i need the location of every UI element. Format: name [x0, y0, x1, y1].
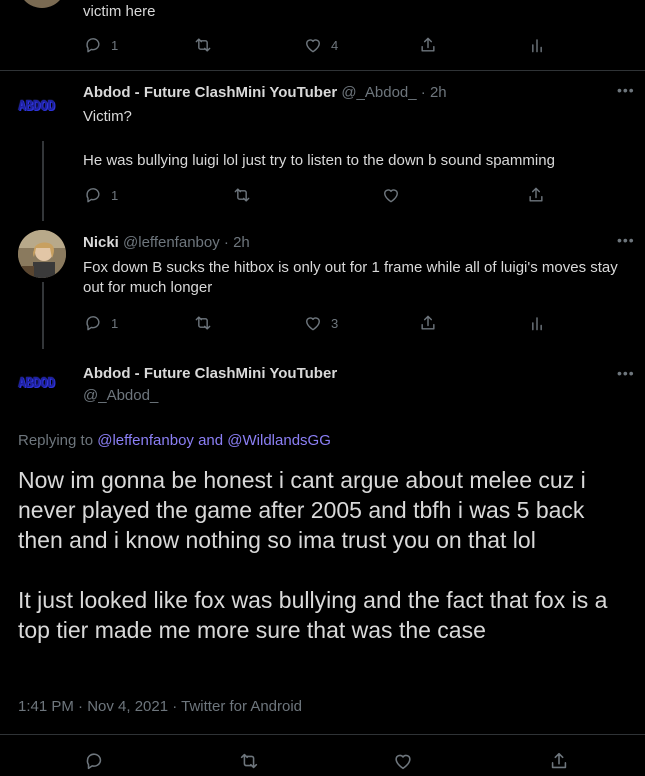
retweet-button[interactable]: [193, 35, 213, 55]
like-count: 4: [331, 37, 339, 53]
author-name[interactable]: Nicki: [83, 234, 119, 251]
reply-icon: [86, 316, 100, 331]
thread-line: [42, 141, 44, 221]
share-icon: [421, 37, 435, 52]
analytics-button[interactable]: [527, 35, 547, 55]
tweet-text: Fox down B sucks the hitbox is only out …: [83, 259, 618, 296]
tweet-header: Nicki @leffenfanboy · 2h: [83, 234, 250, 251]
analytics-icon: [532, 317, 542, 331]
tweet-paragraph: Now im gonna be honest i cant argue abou…: [18, 467, 586, 553]
heart-icon: [384, 189, 398, 203]
author-handle[interactable]: @_Abdod_: [341, 84, 416, 101]
heart-icon: [306, 39, 320, 53]
heart-icon: [395, 754, 411, 770]
avatar-image: [18, 230, 66, 278]
tweet-time[interactable]: 2h: [233, 234, 250, 251]
avatar[interactable]: [18, 230, 66, 278]
reply-button[interactable]: 1: [83, 35, 118, 55]
share-button[interactable]: [418, 313, 438, 333]
tweet-time[interactable]: 2h: [430, 84, 447, 101]
tweet-text-line2: He was bullying luigi lol just try to li…: [83, 152, 555, 169]
reply-button[interactable]: 1: [83, 185, 118, 205]
reply-button[interactable]: 1: [83, 313, 118, 333]
author-name[interactable]: Abdod - Future ClashMini YouTuber: [83, 84, 337, 101]
retweet-icon: [240, 753, 258, 769]
more-icon[interactable]: •••: [617, 232, 635, 248]
author-name[interactable]: Abdod - Future ClashMini YouTuber: [83, 365, 337, 382]
tweet-header: Abdod - Future ClashMini YouTuber @_Abdo…: [83, 84, 447, 101]
analytics-button[interactable]: [527, 313, 547, 333]
reply-count: 1: [111, 37, 119, 53]
tweet-timestamp[interactable]: 1:41 PM · Nov 4, 2021 · Twitter for Andr…: [18, 698, 302, 715]
avatar[interactable]: ABDOD: [18, 99, 55, 114]
more-icon[interactable]: •••: [617, 365, 635, 381]
retweet-icon: [234, 188, 250, 202]
author-handle[interactable]: @_Abdod_: [83, 387, 158, 404]
avatar[interactable]: ABDOD: [18, 376, 55, 391]
tweet-abdod-reply[interactable]: ABDOD Abdod - Future ClashMini YouTuber …: [0, 71, 645, 221]
reply-count: 1: [111, 315, 119, 331]
retweet-button[interactable]: [193, 313, 213, 333]
avatar[interactable]: [18, 0, 66, 8]
tweet-previous[interactable]: victim here 1 4: [0, 0, 645, 70]
tweet-text-line1: Victim?: [83, 108, 132, 125]
share-icon: [421, 315, 435, 330]
mention-link[interactable]: @WildlandsGG: [227, 432, 331, 449]
reply-button[interactable]: [83, 750, 105, 772]
like-button[interactable]: 4: [303, 35, 338, 55]
replying-to: Replying to @leffenfanboy and @Wildlands…: [18, 432, 331, 449]
retweet-icon: [195, 38, 211, 52]
tweet-text: victim here: [83, 3, 156, 20]
share-icon: [529, 187, 543, 202]
like-button[interactable]: 3: [303, 313, 338, 333]
author-handle[interactable]: @leffenfanboy: [123, 234, 220, 251]
main-tweet: ABDOD Abdod - Future ClashMini YouTuber …: [0, 349, 645, 776]
share-icon: [551, 752, 567, 769]
tweet-text: Now im gonna be honest i cant argue abou…: [18, 465, 633, 645]
like-count: 3: [331, 315, 339, 331]
tweet-nicki[interactable]: Nicki @leffenfanboy · 2h ••• Fox down B …: [0, 221, 645, 349]
share-button[interactable]: [418, 35, 438, 55]
tweet-paragraph: It just looked like fox was bullying and…: [18, 587, 608, 643]
share-button[interactable]: [526, 185, 546, 205]
heart-icon: [306, 317, 320, 331]
reply-icon: [86, 38, 100, 53]
divider: [0, 734, 645, 735]
reply-icon: [86, 753, 102, 770]
like-button[interactable]: [392, 750, 414, 772]
like-button[interactable]: [381, 185, 401, 205]
mention-link[interactable]: @leffenfanboy: [97, 432, 194, 449]
share-button[interactable]: [548, 750, 570, 772]
retweet-button[interactable]: [238, 750, 260, 772]
retweet-icon: [195, 316, 211, 330]
reply-icon: [86, 188, 100, 203]
retweet-button[interactable]: [232, 185, 252, 205]
analytics-icon: [532, 39, 542, 53]
more-icon[interactable]: •••: [617, 82, 635, 98]
thread-line: [42, 282, 44, 349]
reply-count: 1: [111, 187, 119, 203]
